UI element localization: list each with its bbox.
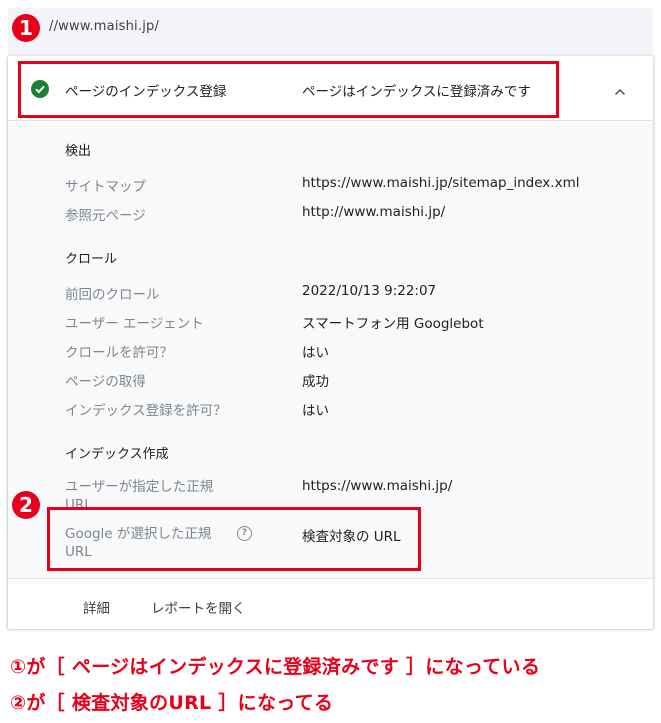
row-label-referring-page: 参照元ページ (65, 208, 146, 224)
row-value-user-agent: スマートフォン用 Googlebot (302, 316, 484, 332)
note-line-2: ②が［ 検査対象のURL ］になってる (10, 692, 334, 714)
chevron-up-icon[interactable] (614, 81, 626, 100)
row-value-sitemap: https://www.maishi.jp/sitemap_index.xml (302, 175, 580, 191)
row-label-sitemap: サイトマップ (65, 179, 146, 195)
inspected-url: //www.maishi.jp/ (49, 19, 160, 34)
row-label-last-crawl: 前回のクロール (65, 287, 160, 303)
highlight-box-1 (18, 61, 559, 118)
row-label-indexing-allowed: インデックス登録を許可？ (65, 403, 227, 419)
details-button[interactable]: 詳細 (83, 597, 110, 617)
section-title-indexing: インデックス作成 (65, 447, 169, 462)
row-value-indexing-allowed: はい (302, 403, 329, 419)
url-bar: //www.maishi.jp/ (8, 8, 653, 56)
open-report-button[interactable]: レポートを開く (151, 597, 246, 617)
row-value-user-canonical: https://www.maishi.jp/ (302, 478, 453, 494)
highlight-box-2 (47, 507, 421, 571)
section-title-crawl: クロール (65, 252, 118, 267)
row-label-crawl-allowed: クロールを許可？ (65, 345, 173, 361)
marker-2: 2 (12, 491, 40, 519)
note-line-1: ①が［ ページはインデックスに登録済みです ］になっている (10, 656, 541, 678)
section-title-discovery: 検出 (65, 144, 92, 159)
row-value-last-crawl: 2022/10/13 9:22:07 (302, 283, 437, 299)
card-footer: 詳細 レポートを開く (8, 578, 653, 629)
row-label-user-agent: ユーザー エージェント (65, 316, 204, 332)
marker-1: 1 (12, 14, 40, 42)
row-label-page-fetch: ページの取得 (65, 374, 146, 390)
row-value-page-fetch: 成功 (302, 374, 329, 390)
row-value-referring-page: http://www.maishi.jp/ (302, 204, 446, 220)
row-value-crawl-allowed: はい (302, 345, 329, 361)
